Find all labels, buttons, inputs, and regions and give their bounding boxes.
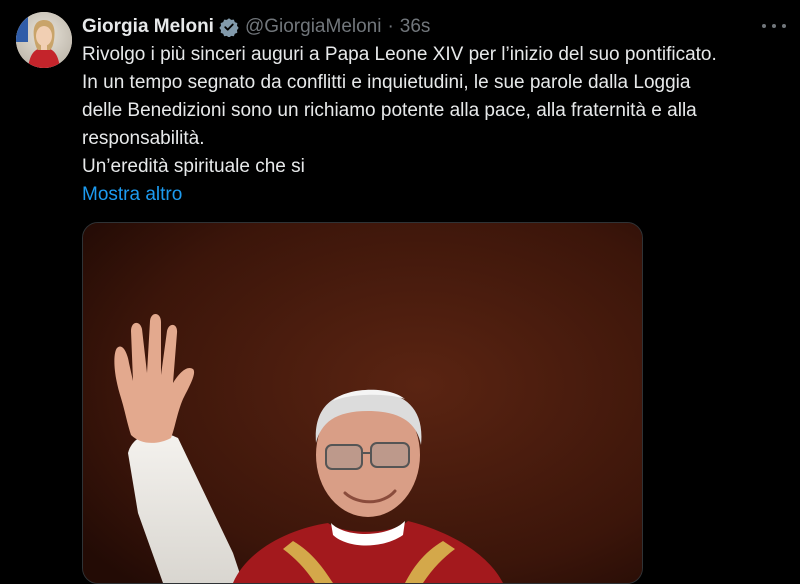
author-avatar[interactable] <box>16 12 72 68</box>
avatar-image <box>16 12 72 68</box>
separator-dot: · <box>387 16 394 37</box>
tweet-text-line: In un tempo segnato da conflitti e inqui… <box>82 72 691 93</box>
verified-badge-icon <box>219 17 239 38</box>
tweet[interactable]: Giorgia Meloni @GiorgiaMeloni · 36s Rivo… <box>0 0 800 584</box>
tweet-text-line: delle Benedizioni sono un richiamo poten… <box>82 100 697 121</box>
tweet-media-photo[interactable] <box>82 222 643 584</box>
more-options-icon[interactable] <box>762 16 786 36</box>
tweet-text-line: Un’eredità spirituale che si <box>82 156 305 177</box>
tweet-text: Rivolgo i più sinceri auguri a Papa Leon… <box>82 41 782 209</box>
tweet-text-line: responsabilità. <box>82 128 205 149</box>
author-handle[interactable]: @GiorgiaMeloni <box>245 16 382 38</box>
tweet-header: Giorgia Meloni @GiorgiaMeloni · 36s <box>82 14 784 40</box>
author-name[interactable]: Giorgia Meloni <box>82 16 214 38</box>
tweet-timestamp[interactable]: 36s <box>400 16 431 38</box>
pope-photo-image <box>83 223 642 583</box>
show-more-link[interactable]: Mostra altro <box>82 181 782 209</box>
tweet-text-line: Rivolgo i più sinceri auguri a Papa Leon… <box>82 44 717 65</box>
